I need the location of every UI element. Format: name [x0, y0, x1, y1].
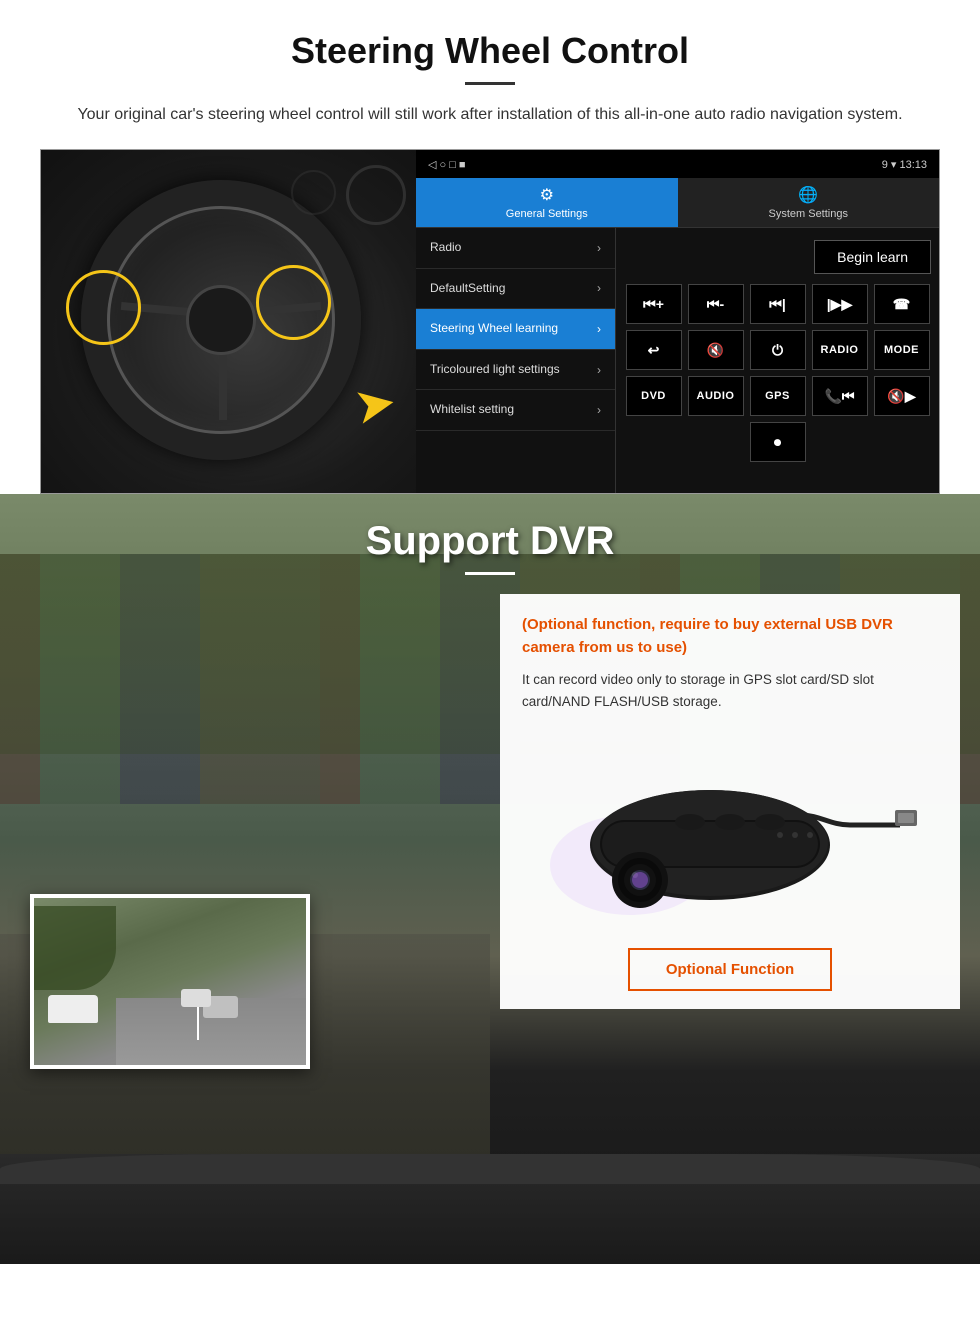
thumb-car-3 [181, 989, 211, 1007]
ctrl-phone[interactable]: ☎ [874, 284, 930, 324]
menu-item-tricoloured[interactable]: Tricoloured light settings › [416, 350, 615, 391]
ctrl-mute-next[interactable]: 🔇▶ [874, 376, 930, 416]
dashboard-bottom [0, 1154, 980, 1264]
page-title: Steering Wheel Control [40, 30, 940, 72]
title-divider [465, 82, 515, 85]
steering-section: Steering Wheel Control Your original car… [0, 0, 980, 494]
system-settings-icon: 🌐 [798, 185, 818, 205]
begin-learn-button[interactable]: Begin learn [814, 240, 931, 274]
ctrl-gps[interactable]: GPS [750, 376, 806, 416]
yellow-circle-left [66, 270, 141, 345]
chevron-icon: › [597, 281, 601, 295]
ctrl-dvd[interactable]: DVD [626, 376, 682, 416]
dvr-title-divider [465, 572, 515, 575]
android-panel: ◁ ○ □ ■ 9 ▾ 13:13 ⚙ General Settings 🌐 S… [416, 150, 939, 493]
menu-item-radio[interactable]: Radio › [416, 228, 615, 269]
ctrl-vol-up[interactable]: ⏮+ [626, 284, 682, 324]
control-row-2: ↩ 🔇 ⏻ RADIO MODE [624, 330, 931, 370]
steering-wheel-photo [41, 150, 416, 493]
general-settings-icon: ⚙ [540, 185, 554, 205]
android-ui-mockup: ◁ ○ □ ■ 9 ▾ 13:13 ⚙ General Settings 🌐 S… [40, 149, 940, 494]
steering-wheel-visual [41, 150, 416, 493]
dvr-info-panel: (Optional function, require to buy exter… [500, 594, 960, 1009]
dvr-title-area: Support DVR [0, 519, 980, 575]
menu-list: Radio › DefaultSetting › Steering Wheel … [416, 228, 616, 493]
android-content: Radio › DefaultSetting › Steering Wheel … [416, 228, 939, 493]
chevron-icon: › [597, 241, 601, 255]
dvr-camera-image-area [522, 730, 938, 930]
chevron-icon: › [597, 322, 601, 336]
dvr-title: Support DVR [0, 519, 980, 564]
chevron-icon: › [597, 363, 601, 377]
wheel-center [186, 285, 256, 355]
gauge-visual [346, 165, 406, 225]
ctrl-audio[interactable]: AUDIO [688, 376, 744, 416]
begin-learn-row: Begin learn [624, 236, 931, 278]
subtitle-text: Your original car's steering wheel contr… [60, 103, 920, 127]
ctrl-back[interactable]: ↩ [626, 330, 682, 370]
android-tabs: ⚙ General Settings 🌐 System Settings [416, 178, 939, 228]
status-right: 9 ▾ 13:13 [882, 158, 927, 171]
ctrl-radio[interactable]: RADIO [812, 330, 868, 370]
ctrl-power[interactable]: ⏻ [750, 330, 806, 370]
tab-general-settings[interactable]: ⚙ General Settings [416, 178, 678, 227]
dvr-background: Support DVR (Optional function, require … [0, 494, 980, 1264]
control-row-1: ⏮+ ⏮- ⏮| |▶▶ ☎ [624, 284, 931, 324]
ctrl-prev[interactable]: ⏮| [750, 284, 806, 324]
dvr-camera-svg [540, 735, 920, 925]
ctrl-record[interactable]: ⏺ [750, 422, 806, 462]
status-bar: ◁ ○ □ ■ 9 ▾ 13:13 [416, 150, 939, 178]
yellow-arrow-icon [296, 373, 396, 433]
thumb-tree [34, 906, 116, 990]
dvr-body-text: It can record video only to storage in G… [522, 669, 938, 714]
control-row-4: ⏺ [624, 422, 931, 462]
status-nav-icons: ◁ ○ □ ■ [428, 158, 466, 171]
tab-system-settings[interactable]: 🌐 System Settings [678, 178, 940, 227]
tab-system-label: System Settings [769, 208, 848, 220]
thumb-road-line [197, 1007, 199, 1040]
ctrl-mute[interactable]: 🔇 [688, 330, 744, 370]
thumb-car [48, 995, 98, 1023]
dvr-panel-content: (Optional function, require to buy exter… [500, 594, 960, 930]
menu-item-default-setting[interactable]: DefaultSetting › [416, 269, 615, 310]
dashboard-curve [0, 1154, 980, 1184]
spoke-bottom [219, 350, 227, 420]
dvr-footage-thumbnail [30, 894, 310, 1069]
menu-item-whitelist[interactable]: Whitelist setting › [416, 390, 615, 431]
yellow-circle-right [256, 265, 331, 340]
menu-item-steering-wheel[interactable]: Steering Wheel learning › [416, 309, 615, 350]
controls-panel: Begin learn ⏮+ ⏮- ⏮| |▶▶ ☎ ↩ 🔇 ⏻ [616, 228, 939, 493]
chevron-icon: › [597, 403, 601, 417]
ctrl-phone-prev[interactable]: 📞⏮ [812, 376, 868, 416]
control-row-3: DVD AUDIO GPS 📞⏮ 🔇▶ [624, 376, 931, 416]
optional-function-button[interactable]: Optional Function [628, 948, 832, 991]
gauge-visual-2 [291, 170, 336, 215]
dvr-section: Support DVR (Optional function, require … [0, 494, 980, 1264]
dvr-optional-heading: (Optional function, require to buy exter… [522, 614, 938, 659]
optional-function-footer: Optional Function [500, 930, 960, 1009]
ctrl-vol-down[interactable]: ⏮- [688, 284, 744, 324]
ctrl-mode[interactable]: MODE [874, 330, 930, 370]
thumb-background [34, 898, 306, 1065]
ctrl-next[interactable]: |▶▶ [812, 284, 868, 324]
tab-general-label: General Settings [506, 208, 588, 220]
